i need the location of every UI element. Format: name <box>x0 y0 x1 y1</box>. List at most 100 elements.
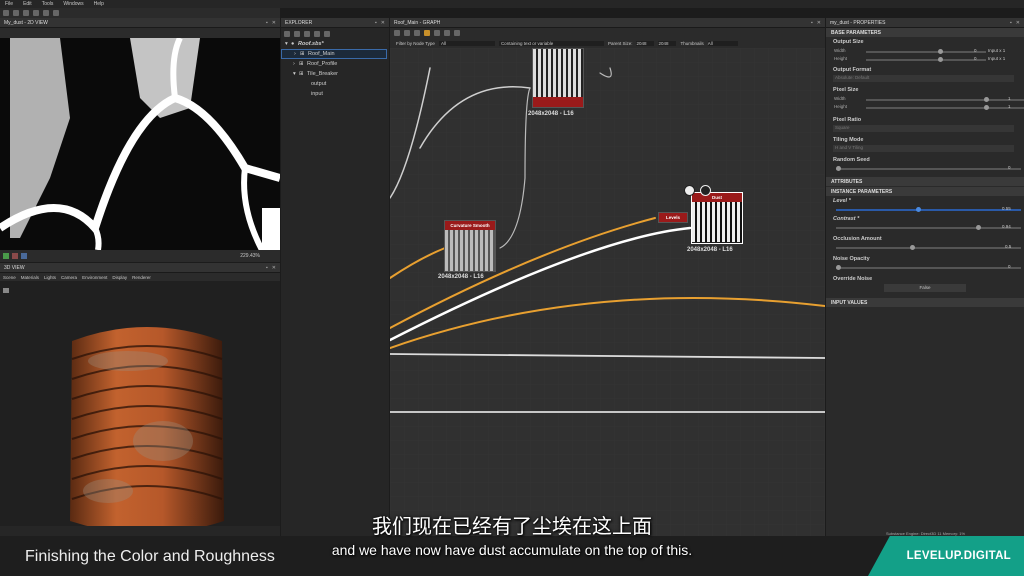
new-graph-icon[interactable] <box>294 30 300 37</box>
menu-windows[interactable]: Windows <box>63 1 83 7</box>
graph-node-dust[interactable]: Dust <box>691 192 743 244</box>
parent-size-select[interactable]: 2048 <box>636 40 655 46</box>
contains-field[interactable]: Containing text or variable <box>498 40 604 46</box>
pin-icon[interactable]: ▪ <box>811 20 813 26</box>
save-icon[interactable] <box>23 10 29 16</box>
close-icon[interactable]: ✕ <box>272 20 276 26</box>
close-icon[interactable]: ✕ <box>381 20 385 26</box>
menu-file[interactable]: File <box>5 1 13 7</box>
section-attributes[interactable]: ATTRIBUTES <box>826 177 1024 186</box>
node-expose-icon[interactable] <box>700 185 711 196</box>
channel-icon[interactable] <box>21 253 27 259</box>
section-input-values[interactable]: INPUT VALUES <box>826 298 1024 307</box>
pin-icon[interactable]: ▪ <box>375 20 377 26</box>
channel-icon[interactable] <box>3 253 9 259</box>
explorer-package[interactable]: ▾ ● Roof.sbs* <box>281 39 389 49</box>
save-all-icon[interactable] <box>33 10 39 16</box>
pin-icon[interactable]: ▪ <box>266 20 268 26</box>
width-slider[interactable] <box>866 49 986 54</box>
menu-environment[interactable]: Environment <box>82 275 107 280</box>
pin-icon[interactable]: ▪ <box>266 265 268 271</box>
import-icon[interactable] <box>314 30 320 37</box>
new-icon[interactable] <box>3 10 9 16</box>
filter-select[interactable]: All <box>438 40 495 46</box>
menu-tools[interactable]: Tools <box>42 1 54 7</box>
graph-node-top[interactable] <box>532 48 584 108</box>
output-size-group: Output Size Width 0 Input x 1 Height 0 I… <box>826 37 1024 67</box>
add-icon[interactable] <box>304 30 310 37</box>
height-slider[interactable] <box>866 57 986 62</box>
delete-icon[interactable] <box>324 30 330 37</box>
camera-icon[interactable] <box>3 288 9 293</box>
grid-icon[interactable] <box>454 30 460 36</box>
frame-icon[interactable] <box>394 30 400 36</box>
explorer-item-input[interactable]: input <box>281 89 389 99</box>
undo-icon[interactable] <box>43 10 49 16</box>
menu-lights[interactable]: Lights <box>44 275 56 280</box>
random-seed-slider[interactable] <box>836 166 1021 171</box>
size-select[interactable]: 2048 <box>658 40 677 46</box>
close-icon[interactable]: ✕ <box>817 20 821 26</box>
view-2d-toolbar <box>0 28 280 38</box>
save-icon[interactable] <box>284 30 290 37</box>
zoom-level: 229.43% <box>240 253 260 259</box>
explorer-item-tile-breaker[interactable]: ▾ ⊞ Tile_Breaker <box>281 69 389 79</box>
occlusion-slider[interactable] <box>836 245 1021 250</box>
graph-canvas[interactable] <box>390 48 825 536</box>
occlusion-group: Occlusion Amount 0.5 <box>826 236 1024 256</box>
thumbnails-select[interactable]: All <box>707 40 738 46</box>
menu-scene[interactable]: Scene <box>3 275 16 280</box>
node-title: Curvature Smooth <box>445 221 495 230</box>
parent-size-label: Parent Size: <box>607 40 633 46</box>
graph-toolbar <box>390 28 825 38</box>
view-3d-menu: Scene Materials Lights Camera Environmen… <box>0 273 280 281</box>
explorer-panel: EXPLORER ▪ ✕ ▾ ● Roof.sbs* › ⊞ Roof_Main … <box>281 18 389 536</box>
node-thumbnail <box>533 49 583 97</box>
close-icon[interactable]: ✕ <box>272 265 276 271</box>
roof-cylinder-preview[interactable] <box>68 321 226 536</box>
node-doc-icon[interactable] <box>684 185 695 196</box>
graph-node-curvature-smooth[interactable]: Curvature Smooth <box>444 220 496 272</box>
pin-icon[interactable]: ▪ <box>1010 20 1012 26</box>
redo-icon[interactable] <box>53 10 59 16</box>
menu-renderer[interactable]: Renderer <box>132 275 151 280</box>
texture-preview[interactable] <box>0 38 280 250</box>
menu-display[interactable]: Display <box>112 275 127 280</box>
comment-icon[interactable] <box>414 30 420 36</box>
close-icon[interactable]: ✕ <box>1016 20 1020 26</box>
output-format-select[interactable]: Absolute: Default <box>833 75 1014 82</box>
pixel-height-value: 1 <box>1008 104 1011 109</box>
graph-title: Roof_Main - GRAPH <box>394 19 441 26</box>
tools-icon[interactable] <box>444 30 450 36</box>
menu-help[interactable]: Help <box>94 1 104 7</box>
pixel-width-label: Width <box>834 96 846 101</box>
pixel-ratio-select[interactable]: Square <box>833 125 1014 132</box>
contrast-slider[interactable] <box>836 225 1021 230</box>
view-3d-title: 3D VIEW <box>4 264 25 271</box>
noise-opacity-slider[interactable] <box>836 265 1021 270</box>
channel-icon[interactable] <box>12 253 18 259</box>
explorer-item-output[interactable]: output <box>281 79 389 89</box>
section-instance-parameters[interactable]: INSTANCE PARAMETERS <box>826 187 1024 196</box>
menu-edit[interactable]: Edit <box>23 1 32 7</box>
align-icon[interactable] <box>404 30 410 36</box>
explorer-title: EXPLORER <box>285 19 313 26</box>
tiling-mode-select[interactable]: H and V Tiling <box>833 145 1014 152</box>
explorer-item-roof-profile[interactable]: › ⊞ Roof_Profile <box>281 59 389 69</box>
pin-node-icon[interactable] <box>434 30 440 36</box>
graph-node-levels[interactable]: Levels <box>658 212 688 223</box>
menu-materials[interactable]: Materials <box>21 275 39 280</box>
explorer-header: EXPLORER ▪ ✕ <box>281 18 389 28</box>
open-icon[interactable] <box>13 10 19 16</box>
explorer-item-roof-main[interactable]: › ⊞ Roof_Main <box>281 49 387 59</box>
pixel-height-slider[interactable] <box>866 105 1024 110</box>
level-slider[interactable] <box>836 207 1021 212</box>
override-noise-toggle[interactable]: False <box>884 284 966 292</box>
menu-camera[interactable]: Camera <box>61 275 77 280</box>
height-mode[interactable]: Input x 1 <box>988 56 1005 61</box>
width-mode[interactable]: Input x 1 <box>988 48 1005 53</box>
section-base-parameters[interactable]: BASE PARAMETERS <box>826 28 1024 37</box>
link-icon[interactable] <box>424 30 430 36</box>
pixel-width-slider[interactable] <box>866 97 1024 102</box>
output-size-label: Output Size <box>833 39 864 45</box>
